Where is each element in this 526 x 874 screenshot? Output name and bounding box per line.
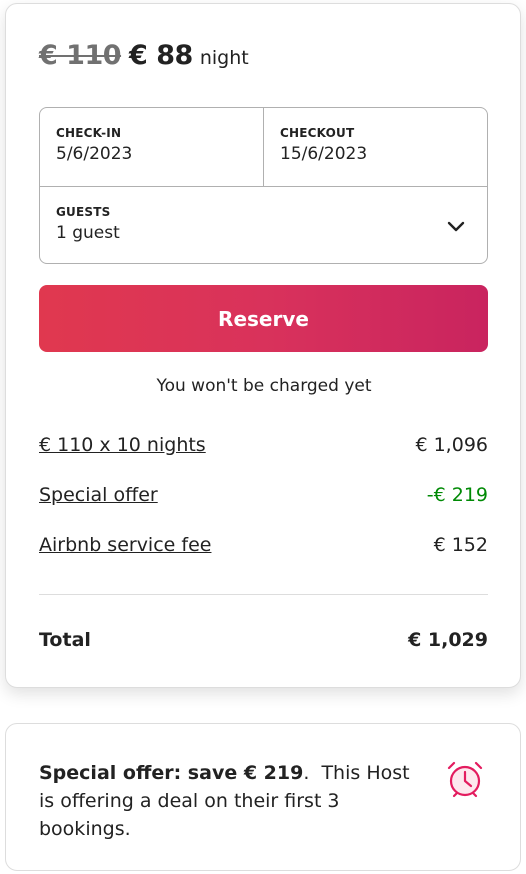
- nights-link[interactable]: € 110 x 10 nights: [39, 434, 206, 456]
- alarm-clock-icon: [447, 761, 483, 798]
- price-unit: night: [199, 47, 249, 69]
- special-offer-link[interactable]: Special offer: [39, 484, 158, 506]
- price-line-fee: Airbnb service fee € 152: [39, 534, 488, 556]
- divider: [39, 594, 488, 595]
- total-amount: € 1,029: [408, 629, 488, 651]
- checkout-label: CHECKOUT: [280, 126, 355, 140]
- guests-value: 1 guest: [56, 223, 120, 243]
- chevron-down-icon[interactable]: [445, 215, 467, 237]
- booking-card: € 110 € 88 night CHECK-IN 5/6/2023 CHECK…: [5, 3, 521, 688]
- price-line-offer: Special offer -€ 219: [39, 484, 488, 506]
- total-label: Total: [39, 629, 91, 651]
- special-offer-card: Special offer: save € 219. This Host is …: [5, 723, 521, 871]
- special-offer-message: Special offer: save € 219. This Host is …: [39, 762, 410, 840]
- checkout-value: 15/6/2023: [280, 144, 368, 164]
- date-guest-picker: CHECK-IN 5/6/2023 CHECKOUT 15/6/2023 GUE…: [39, 107, 488, 264]
- checkin-field[interactable]: CHECK-IN 5/6/2023: [40, 108, 264, 186]
- nights-amount: € 1,096: [415, 434, 488, 456]
- price-line-nights: € 110 x 10 nights € 1,096: [39, 434, 488, 456]
- guests-dropdown[interactable]: GUESTS 1 guest: [40, 186, 487, 263]
- checkin-value: 5/6/2023: [56, 144, 133, 164]
- price-row: € 110 € 88 night: [39, 40, 249, 71]
- charge-notice: You won't be charged yet: [156, 376, 372, 396]
- total-row: Total € 1,029: [39, 629, 488, 651]
- checkout-field[interactable]: CHECKOUT 15/6/2023: [264, 108, 487, 186]
- original-price: € 110: [39, 40, 122, 71]
- guests-label: GUESTS: [56, 205, 111, 219]
- discounted-price: € 88: [129, 40, 193, 71]
- service-fee-amount: € 152: [433, 534, 488, 556]
- special-offer-amount: -€ 219: [426, 484, 488, 506]
- reserve-button[interactable]: Reserve: [39, 285, 488, 352]
- special-offer-title: Special offer: save € 219: [39, 762, 304, 784]
- service-fee-link[interactable]: Airbnb service fee: [39, 534, 211, 556]
- checkin-label: CHECK-IN: [56, 126, 122, 140]
